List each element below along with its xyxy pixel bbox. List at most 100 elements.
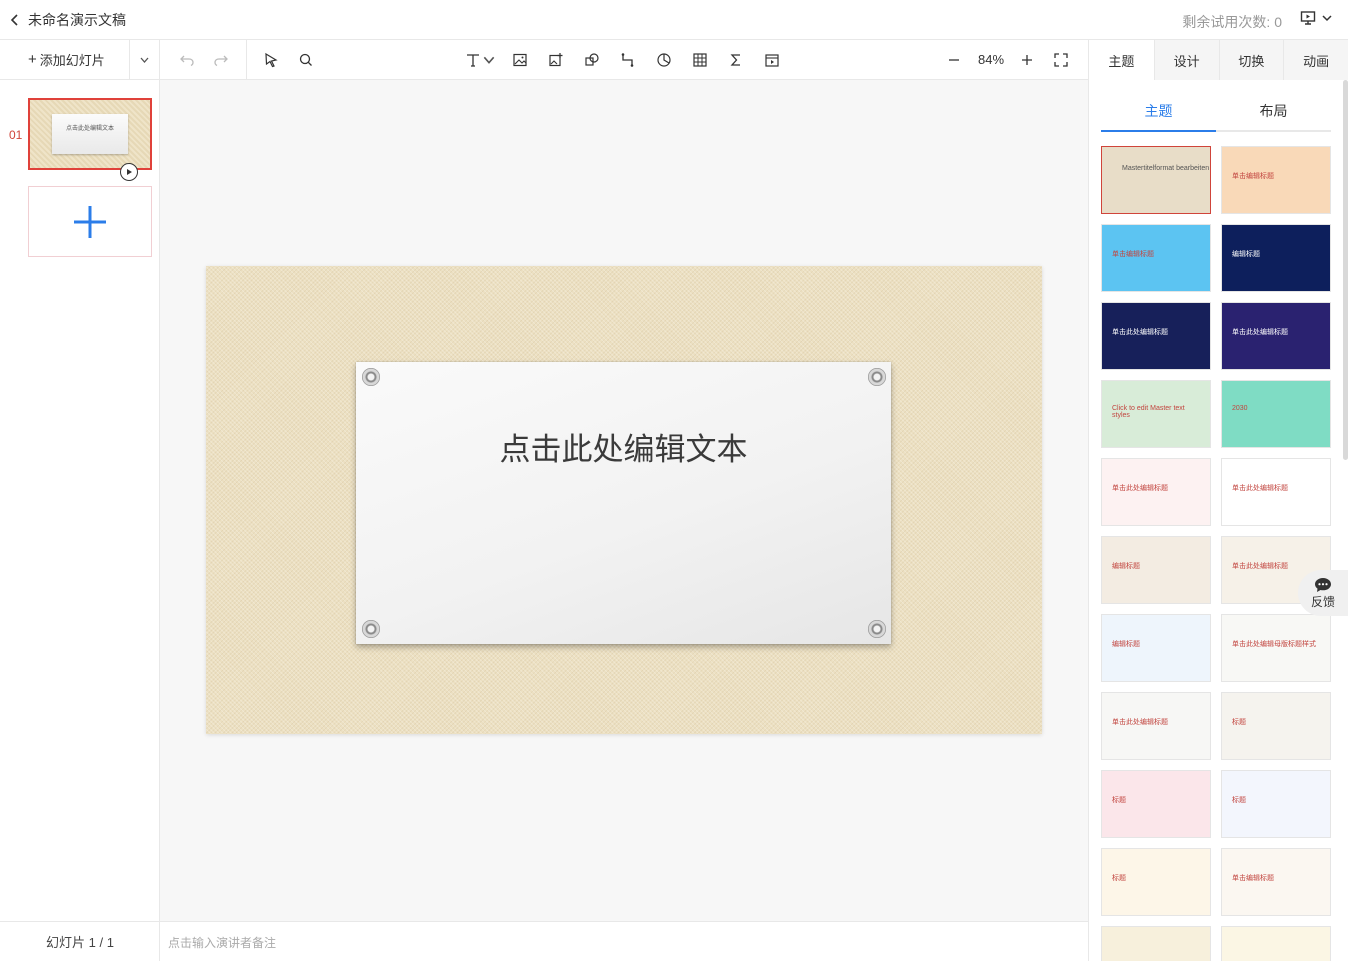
- subtab-layout[interactable]: 布局: [1216, 92, 1331, 130]
- connector-button[interactable]: [619, 51, 637, 69]
- slide-thumbnail[interactable]: 点击此处编辑文本: [28, 98, 152, 170]
- theme-thumbnail[interactable]: 2030: [1221, 380, 1331, 448]
- text-dropdown[interactable]: [483, 51, 495, 69]
- slide-title-text[interactable]: 点击此处编辑文本: [356, 424, 891, 469]
- present-icon: [1300, 11, 1316, 25]
- theme-thumbnail[interactable]: 单击此处编辑标题: [1101, 302, 1211, 370]
- add-slide-button[interactable]: + 添加幻灯片: [28, 40, 129, 80]
- theme-label: 单击此处编辑标题: [1112, 485, 1168, 492]
- connector-icon: [621, 53, 634, 67]
- image-effects-button[interactable]: [547, 51, 565, 69]
- theme-thumbnail[interactable]: [1101, 926, 1211, 961]
- undo-icon: [180, 55, 194, 67]
- theme-thumbnail[interactable]: [1221, 926, 1331, 961]
- fullscreen-icon: [1054, 53, 1068, 67]
- zoom-level[interactable]: 84%: [978, 52, 1004, 67]
- theme-thumbnail[interactable]: 编辑标题: [1101, 536, 1211, 604]
- redo-button[interactable]: [212, 51, 230, 69]
- theme-thumbnail[interactable]: 单击此处编辑标题: [1221, 458, 1331, 526]
- scrollbar[interactable]: [1343, 80, 1348, 460]
- chevron-down-icon: [140, 57, 149, 63]
- select-tool-button[interactable]: [262, 51, 280, 69]
- theme-thumbnail[interactable]: Mastertitelformat bearbeiten: [1101, 146, 1211, 214]
- theme-label: 标题: [1112, 797, 1126, 804]
- shape-button[interactable]: [583, 51, 601, 69]
- add-slide-dropdown[interactable]: [129, 39, 159, 80]
- chart-button[interactable]: [655, 51, 673, 69]
- sigma-icon: [730, 54, 740, 66]
- editor-toolbar: 84%: [160, 40, 1088, 80]
- speaker-notes-input[interactable]: 点击输入演讲者备注: [160, 921, 1088, 961]
- theme-label: 标题: [1232, 797, 1246, 804]
- present-button[interactable]: [1300, 10, 1332, 26]
- theme-thumbnail[interactable]: 标题: [1101, 848, 1211, 916]
- theme-thumbnail[interactable]: 单击编辑标题: [1101, 224, 1211, 292]
- theme-thumbnail[interactable]: 编辑标题: [1101, 614, 1211, 682]
- theme-thumbnail[interactable]: Click to edit Master text styles: [1101, 380, 1211, 448]
- theme-thumbnail[interactable]: 单击此处编辑标题: [1101, 692, 1211, 760]
- theme-thumbnail[interactable]: 标题: [1101, 770, 1211, 838]
- theme-label: 单击编辑标题: [1232, 875, 1274, 882]
- plus-icon: +: [28, 51, 37, 68]
- table-icon: [693, 53, 707, 67]
- theme-label: 编辑标题: [1112, 563, 1140, 570]
- plus-icon: [1022, 55, 1032, 65]
- redo-icon: [214, 55, 228, 67]
- subtab-theme[interactable]: 主题: [1101, 92, 1216, 132]
- tab-theme[interactable]: 主题: [1089, 40, 1154, 80]
- theme-thumbnail[interactable]: 单击此处编辑标题: [1221, 302, 1331, 370]
- image-button[interactable]: [511, 51, 529, 69]
- theme-label: Click to edit Master text styles: [1112, 405, 1185, 419]
- theme-thumbnail[interactable]: 单击编辑标题: [1221, 146, 1331, 214]
- theme-label: 标题: [1232, 719, 1246, 726]
- pie-chart-icon: [657, 53, 671, 67]
- rivet-icon: [868, 368, 886, 386]
- theme-thumbnail[interactable]: 标题: [1221, 692, 1331, 760]
- tab-transition[interactable]: 切换: [1218, 40, 1284, 80]
- tab-animation[interactable]: 动画: [1283, 40, 1348, 80]
- formula-button[interactable]: [727, 51, 745, 69]
- document-title[interactable]: 未命名演示文稿: [28, 10, 126, 30]
- shapes-icon: [585, 53, 599, 66]
- rivet-icon: [868, 620, 886, 638]
- theme-label: 单击此处编辑标题: [1232, 563, 1288, 570]
- theme-thumbnail[interactable]: 单击编辑标题: [1221, 848, 1331, 916]
- slides-panel: + 添加幻灯片 01 点击此处编辑文本 幻灯片 1 / 1: [0, 39, 160, 961]
- zoom-in-button[interactable]: [1018, 51, 1036, 69]
- text-icon: [467, 54, 479, 67]
- theme-thumbnail[interactable]: 单击此处编辑标题: [1101, 458, 1211, 526]
- undo-button[interactable]: [178, 51, 196, 69]
- theme-label: 单击编辑标题: [1232, 173, 1274, 180]
- chevron-down-icon: [1322, 15, 1332, 22]
- theme-label: 标题: [1112, 875, 1126, 882]
- theme-thumbnail[interactable]: 编辑标题: [1221, 224, 1331, 292]
- theme-label: 单击此处编辑母版标题样式: [1232, 641, 1316, 648]
- play-slide-button[interactable]: [120, 163, 138, 181]
- feedback-button[interactable]: 反馈: [1298, 570, 1348, 616]
- slide[interactable]: 点击此处编辑文本: [206, 266, 1042, 734]
- text-tool-button[interactable]: [464, 51, 482, 69]
- play-icon: [127, 169, 132, 175]
- cursor-icon: [265, 52, 278, 68]
- tab-design[interactable]: 设计: [1153, 40, 1219, 80]
- slide-number: 01: [9, 128, 23, 142]
- image-icon: [513, 53, 527, 67]
- back-button[interactable]: [10, 13, 20, 27]
- chat-bubble-icon: [1315, 577, 1331, 592]
- theme-label: 单击此处编辑标题: [1232, 329, 1288, 336]
- media-button[interactable]: [763, 51, 781, 69]
- zoom-out-button[interactable]: [945, 51, 963, 69]
- theme-thumbnail[interactable]: 单击此处编辑母版标题样式: [1221, 614, 1331, 682]
- feedback-label: 反馈: [1310, 594, 1335, 609]
- theme-label: 编辑标题: [1112, 641, 1140, 648]
- table-button[interactable]: [691, 51, 709, 69]
- chevron-left-icon: [10, 13, 18, 26]
- zoom-search-button[interactable]: [297, 51, 315, 69]
- theme-thumbnail[interactable]: 标题: [1221, 770, 1331, 838]
- fit-screen-button[interactable]: [1052, 51, 1070, 69]
- theme-label: Mastertitelformat bearbeiten: [1122, 165, 1210, 172]
- new-slide-placeholder[interactable]: [28, 186, 152, 257]
- add-slide-label: 添加幻灯片: [39, 53, 105, 68]
- slide-canvas: 点击此处编辑文本: [160, 80, 1088, 921]
- top-bar: 未命名演示文稿 剩余试用次数: 0: [0, 0, 1348, 40]
